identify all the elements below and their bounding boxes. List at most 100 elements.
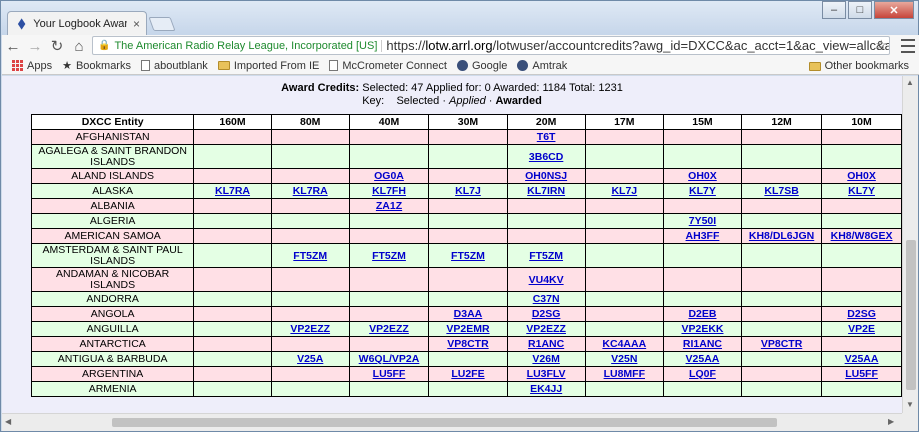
callsign-link[interactable]: V25A bbox=[297, 353, 323, 365]
callsign-link[interactable]: KC4AAA bbox=[602, 338, 646, 350]
band-cell: V25N bbox=[584, 351, 664, 367]
callsign-link[interactable]: VP2EMR bbox=[446, 323, 489, 335]
callsign-link[interactable]: FT5ZM bbox=[293, 250, 327, 262]
band-cell: VP2EZZ bbox=[348, 321, 430, 337]
callsign-link[interactable]: LU3FLV bbox=[527, 368, 566, 380]
band-cell: V26M bbox=[506, 351, 586, 367]
callsign-link[interactable]: OH0X bbox=[688, 170, 717, 182]
close-window-button[interactable]: ✕ bbox=[874, 1, 914, 19]
forward-arrow-icon[interactable]: → bbox=[24, 36, 46, 56]
entity-cell: ALASKA bbox=[30, 183, 195, 199]
callsign-link[interactable]: EK4JJ bbox=[530, 383, 562, 395]
callsign-link[interactable]: KL7SB bbox=[764, 185, 798, 197]
active-tab[interactable]: Your Logbook Award Acc × bbox=[7, 11, 147, 35]
bookmark-bookmarks[interactable]: ★ Bookmarks bbox=[62, 59, 131, 73]
band-cell bbox=[821, 144, 902, 169]
callsign-link[interactable]: R1ANC bbox=[528, 338, 564, 350]
callsign-link[interactable]: OH0NSJ bbox=[525, 170, 567, 182]
callsign-link[interactable]: AH3FF bbox=[686, 230, 720, 242]
scroll-left-icon[interactable]: ◀ bbox=[5, 417, 11, 426]
callsign-link[interactable]: VP2E bbox=[848, 323, 875, 335]
callsign-link[interactable]: D3AA bbox=[454, 308, 483, 320]
callsign-link[interactable]: W6QL/VP2A bbox=[359, 353, 420, 365]
tab-close-icon[interactable]: × bbox=[133, 17, 146, 31]
band-cell: W6QL/VP2A bbox=[348, 351, 430, 367]
callsign-link[interactable]: VP2EZZ bbox=[526, 323, 566, 335]
callsign-link[interactable]: FT5ZM bbox=[372, 250, 406, 262]
folder-icon bbox=[808, 61, 821, 71]
callsign-link[interactable]: VU4KV bbox=[529, 274, 564, 286]
callsign-link[interactable]: LU8MFF bbox=[604, 368, 645, 380]
lock-icon: 🔒 bbox=[98, 40, 111, 51]
callsign-link[interactable]: ZA1Z bbox=[376, 200, 402, 212]
callsign-link[interactable]: RI1ANC bbox=[683, 338, 722, 350]
callsign-link[interactable]: VP2EKK bbox=[681, 323, 723, 335]
bookmark-google[interactable]: Google bbox=[456, 60, 507, 72]
scroll-right-icon[interactable]: ▶ bbox=[888, 417, 894, 426]
callsign-link[interactable]: VP8CTR bbox=[447, 338, 488, 350]
maximize-button[interactable]: □ bbox=[848, 1, 872, 19]
bookmark-amtrak[interactable]: Amtrak bbox=[517, 60, 567, 72]
chrome-menu-icon[interactable] bbox=[901, 39, 915, 53]
bookmark-mccrometer[interactable]: McCrometer Connect bbox=[329, 60, 447, 72]
callsign-link[interactable]: 3B6CD bbox=[529, 151, 563, 163]
callsign-link[interactable]: LQ0F bbox=[689, 368, 716, 380]
other-bookmarks[interactable]: Other bookmarks bbox=[808, 60, 909, 72]
band-cell bbox=[270, 267, 350, 292]
band-cell bbox=[584, 168, 664, 184]
callsign-link[interactable]: T6T bbox=[537, 131, 556, 143]
bookmark-imported-from-ie[interactable]: Imported From IE bbox=[217, 60, 319, 72]
callsign-link[interactable]: VP2EZZ bbox=[369, 323, 409, 335]
bookmark-aboutblank[interactable]: aboutblank bbox=[140, 60, 208, 72]
callsign-link[interactable]: FT5ZM bbox=[451, 250, 485, 262]
bookmark-apps[interactable]: Apps bbox=[12, 60, 52, 72]
minimize-button[interactable]: – bbox=[822, 1, 846, 19]
callsign-link[interactable]: LU5FF bbox=[845, 368, 878, 380]
callsign-link[interactable]: D2EB bbox=[688, 308, 716, 320]
callsign-link[interactable]: 7Y50I bbox=[689, 215, 716, 227]
callsign-link[interactable]: KL7RA bbox=[293, 185, 328, 197]
callsign-link[interactable]: KL7Y bbox=[689, 185, 716, 197]
callsign-link[interactable]: KL7J bbox=[611, 185, 637, 197]
new-tab-button[interactable] bbox=[148, 17, 176, 31]
callsign-link[interactable]: LU5FF bbox=[373, 368, 406, 380]
vertical-scrollbar[interactable]: ▲ ▼ bbox=[902, 76, 918, 413]
callsign-link[interactable]: KH8/DL6JGN bbox=[749, 230, 814, 242]
callsign-link[interactable]: OH0X bbox=[847, 170, 876, 182]
callsign-link[interactable]: KL7FH bbox=[372, 185, 406, 197]
callsign-link[interactable]: VP8CTR bbox=[761, 338, 802, 350]
callsign-link[interactable]: C37N bbox=[533, 293, 560, 305]
band-cell bbox=[584, 321, 664, 337]
callsign-link[interactable]: KL7RA bbox=[215, 185, 250, 197]
callsign-link[interactable]: KH8/W8GEX bbox=[831, 230, 893, 242]
bookmark-star-icon[interactable]: ☆ bbox=[875, 37, 887, 53]
band-cell bbox=[193, 366, 272, 382]
callsign-link[interactable]: D2SG bbox=[847, 308, 876, 320]
band-cell bbox=[506, 228, 586, 244]
callsign-link[interactable]: D2SG bbox=[532, 308, 561, 320]
callsign-link[interactable]: KL7Y bbox=[848, 185, 875, 197]
back-arrow-icon[interactable]: ← bbox=[2, 36, 24, 56]
callsign-link[interactable]: V25AA bbox=[845, 353, 879, 365]
home-icon[interactable]: ⌂ bbox=[68, 36, 90, 56]
callsign-link[interactable]: OG0A bbox=[374, 170, 404, 182]
scroll-down-icon[interactable]: ▼ bbox=[906, 400, 914, 409]
horizontal-scroll-thumb[interactable] bbox=[112, 418, 777, 427]
scroll-up-icon[interactable]: ▲ bbox=[906, 78, 914, 87]
callsign-link[interactable]: VP2EZZ bbox=[290, 323, 330, 335]
vertical-scroll-thumb[interactable] bbox=[906, 240, 916, 390]
callsign-link[interactable]: KL7J bbox=[455, 185, 481, 197]
band-cell bbox=[584, 291, 664, 307]
horizontal-scrollbar[interactable]: ◀ ▶ bbox=[2, 413, 902, 431]
address-bar[interactable]: 🔒 The American Radio Relay League, Incor… bbox=[92, 36, 890, 55]
column-header-band: 30M bbox=[428, 114, 508, 130]
reload-icon[interactable]: ↻ bbox=[46, 36, 68, 56]
entity-cell: ARMENIA bbox=[30, 381, 195, 397]
key-selected: Selected bbox=[396, 95, 440, 107]
callsign-link[interactable]: V25AA bbox=[686, 353, 720, 365]
callsign-link[interactable]: LU2FE bbox=[451, 368, 484, 380]
callsign-link[interactable]: KL7IRN bbox=[527, 185, 565, 197]
callsign-link[interactable]: FT5ZM bbox=[529, 250, 563, 262]
callsign-link[interactable]: V25N bbox=[611, 353, 637, 365]
callsign-link[interactable]: V26M bbox=[532, 353, 559, 365]
